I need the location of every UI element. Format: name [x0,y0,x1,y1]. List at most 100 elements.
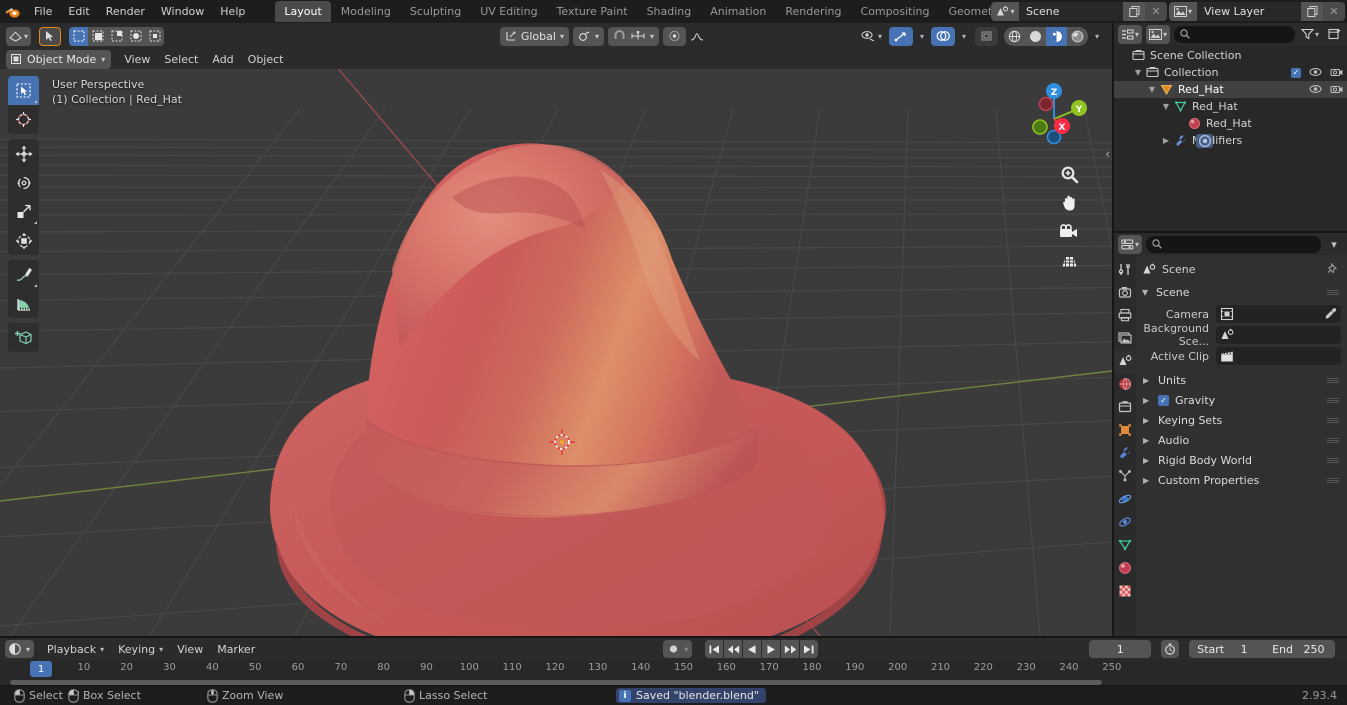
property-value-field[interactable] [1216,326,1341,344]
workspace-tab-rendering[interactable]: Rendering [776,1,850,22]
cursor-tool-button[interactable] [8,105,39,134]
viewport-shading-modes[interactable] [1004,26,1088,46]
sub-panel-checkbox[interactable]: ✓ [1158,394,1169,406]
object-mode-dropdown[interactable]: Object Mode ▾ [6,49,112,69]
new-collection-icon[interactable] [1325,25,1343,43]
new-scene-button[interactable] [1123,2,1145,21]
add-cube-tool-button[interactable] [8,323,39,352]
auto-keying-toggle[interactable]: ▾ [663,640,693,658]
transform-orientation-dropdown[interactable]: Global ▾ [499,26,569,46]
timeline-editor-type-icon[interactable]: ▾ [5,640,35,658]
viewport-menu-add[interactable]: Add [205,50,240,68]
annotate-tool-button[interactable] [8,260,39,289]
chevron-down-icon[interactable]: ▼ [1146,85,1158,94]
pin-icon[interactable] [1327,262,1339,278]
camera-icon[interactable] [1330,66,1343,79]
shading-solid-button[interactable] [1025,27,1046,46]
snapping-controls[interactable]: ▾ [607,26,659,46]
pan-view-button[interactable] [1059,193,1079,213]
timeline-menu-marker[interactable]: Marker [210,640,262,658]
timeline-menu-playback[interactable]: Playback ▾ [40,640,111,658]
camera-icon[interactable] [1330,83,1343,96]
properties-collection-tab[interactable] [1114,397,1136,420]
eyedropper-icon[interactable] [1324,307,1337,323]
next-keyframe-button[interactable] [781,640,800,658]
proportional-editing-toggle[interactable] [662,26,686,46]
outliner-row[interactable]: Scene Collection [1114,47,1347,64]
jump-to-end-button[interactable] [800,640,819,658]
menu-edit[interactable]: Edit [60,3,97,20]
outliner-search-input[interactable] [1174,25,1295,43]
scene-name[interactable]: Scene [1019,2,1123,21]
shading-rendered-button[interactable] [1067,27,1088,46]
editor-type-3dview-icon[interactable]: ▾ [6,26,32,46]
properties-data-tab[interactable] [1114,535,1136,558]
properties-output-tab[interactable] [1114,305,1136,328]
viewport-menu-object[interactable]: Object [241,50,291,68]
properties-scene-tab[interactable] [1114,351,1136,374]
properties-particles-tab[interactable] [1114,466,1136,489]
cursor-tool-header-icon[interactable] [39,26,62,46]
select-invert-button[interactable] [126,26,146,46]
subsurf-icon[interactable] [1196,133,1213,148]
overlays-toggle[interactable] [931,26,955,46]
timeline-menu-view[interactable]: View [170,640,210,658]
eye-icon[interactable] [1309,83,1322,96]
blender-logo-icon[interactable] [0,0,26,23]
property-value-field[interactable] [1216,305,1341,323]
properties-object-tab[interactable] [1114,420,1136,443]
start-frame-value[interactable]: 1 [1224,640,1264,658]
viewport-menu-view[interactable]: View [117,50,157,68]
properties-view-layer-tab[interactable] [1114,328,1136,351]
properties-search-input[interactable] [1146,235,1321,253]
proportional-falloff-dropdown[interactable] [687,27,706,45]
prev-keyframe-button[interactable] [724,640,743,658]
workspace-tab-modeling[interactable]: Modeling [332,1,400,22]
property-value-field[interactable] [1216,347,1341,365]
remove-view-layer-button[interactable]: ✕ [1323,2,1345,21]
shading-dropdown[interactable]: ▾ [1088,27,1106,45]
timeline-playhead[interactable]: 1 [30,661,52,677]
menu-help[interactable]: Help [212,3,253,20]
current-frame-field[interactable]: 1 [1089,640,1152,658]
sub-panel-custom-properties[interactable]: ▶ Custom Properties [1142,470,1341,490]
shading-wireframe-button[interactable] [1004,27,1025,46]
properties-options-chevron-down-icon[interactable]: ▾ [1325,235,1343,253]
scene-icon[interactable]: ▾ [991,2,1019,21]
properties-texture-tab[interactable] [1114,581,1136,604]
properties-world-tab[interactable] [1114,374,1136,397]
outliner-editor-type-icon[interactable]: ▾ [1118,24,1143,44]
camera-view-button[interactable] [1059,222,1079,242]
tweak-tool-button[interactable] [8,76,39,105]
overlays-dropdown[interactable]: ▾ [955,27,973,45]
menu-file[interactable]: File [26,3,60,20]
scale-tool-button[interactable] [8,197,39,226]
jump-to-start-button[interactable] [705,640,724,658]
sub-panel-units[interactable]: ▶ Units [1142,370,1341,390]
properties-physics-tab[interactable] [1114,489,1136,512]
properties-tool-tab[interactable] [1114,259,1136,282]
outliner-row[interactable]: ▼ Collection ✓ [1114,64,1347,81]
workspace-tab-layout[interactable]: Layout [275,1,331,22]
pivot-point-dropdown[interactable]: ▾ [572,26,604,46]
navigation-gizmo[interactable]: Z Y X [1018,79,1090,151]
chevron-down-icon[interactable]: ▼ [1132,68,1144,77]
view-layer-icon[interactable]: ▾ [1169,2,1197,21]
view-layer-selector[interactable]: ▾ View Layer ✕ [1169,2,1345,21]
eye-icon[interactable] [1309,66,1322,79]
play-button[interactable] [762,640,781,658]
select-intersect-button[interactable] [145,26,165,46]
properties-constraints-tab[interactable] [1114,512,1136,535]
timeline-menu-keying[interactable]: Keying ▾ [111,640,170,658]
select-subtract-button[interactable] [107,26,127,46]
select-set-button[interactable] [69,26,89,46]
xray-toggle[interactable] [975,26,998,46]
menu-window[interactable]: Window [153,3,212,20]
workspace-tab-shading[interactable]: Shading [638,1,701,22]
outliner-row[interactable]: ▼ Red_Hat [1114,81,1347,98]
shading-material-preview-button[interactable] [1046,26,1067,46]
sub-panel-gravity[interactable]: ▶ ✓ Gravity [1142,390,1341,410]
object-visibility-dropdown[interactable]: ▾ [855,26,887,46]
properties-material-tab[interactable] [1114,558,1136,581]
scene-panel-header[interactable]: ▼ Scene [1142,282,1341,302]
